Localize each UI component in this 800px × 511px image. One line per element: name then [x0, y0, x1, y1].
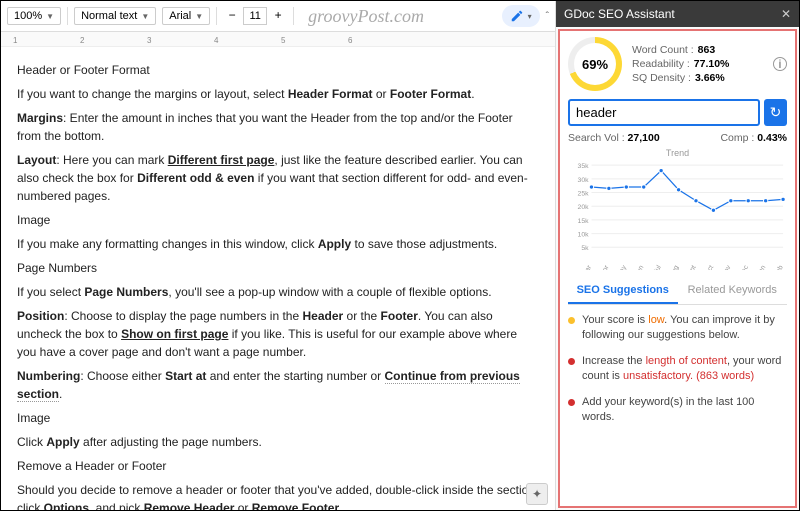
watermark-text: groovyPost.com: [308, 6, 424, 27]
svg-text:5k: 5k: [581, 245, 589, 252]
svg-text:Apr: Apr: [599, 264, 611, 270]
chart-title: Trend: [568, 148, 787, 158]
zoom-select[interactable]: 100%▼: [7, 7, 61, 25]
trend-chart: 5k 10k 15k 20k 25k 30k 35k Mar Apr May Jun Jul Aug Se…: [568, 160, 787, 270]
pencil-icon: [510, 9, 524, 23]
svg-text:Jan: Jan: [756, 264, 768, 270]
info-icon[interactable]: i: [773, 57, 787, 71]
svg-text:Nov: Nov: [720, 264, 732, 270]
tab-seo-suggestions[interactable]: SEO Suggestions: [568, 278, 678, 304]
seo-sidebar: GDoc SEO Assistant ✕ 69% Word Count :863…: [555, 1, 799, 510]
fontsize-input[interactable]: 11: [243, 7, 267, 25]
svg-text:35k: 35k: [578, 163, 590, 170]
collapse-toolbar[interactable]: ˆ: [546, 11, 549, 22]
close-icon[interactable]: ✕: [781, 7, 791, 21]
fontsize-decrease[interactable]: −: [223, 7, 241, 25]
svg-text:Feb: Feb: [773, 264, 785, 270]
heading: Header or Footer Format: [17, 61, 539, 79]
svg-text:May: May: [616, 264, 629, 270]
svg-text:15k: 15k: [578, 218, 590, 225]
style-select[interactable]: Normal text▼: [74, 7, 156, 25]
svg-text:Dec: Dec: [738, 264, 750, 270]
explore-button[interactable]: ✦: [526, 483, 548, 505]
svg-text:Sept: Sept: [685, 264, 698, 270]
editing-mode-button[interactable]: ▾: [502, 5, 540, 27]
tab-related-keywords[interactable]: Related Keywords: [678, 278, 788, 304]
toolbar: 100%▼ Normal text▼ Arial▼ − 11 + groovyP…: [1, 1, 555, 32]
svg-text:Mar: Mar: [581, 264, 593, 270]
svg-text:Jun: Jun: [634, 264, 646, 270]
fontsize-increase[interactable]: +: [269, 7, 287, 25]
score-ring: 69%: [568, 37, 622, 91]
svg-text:Jul: Jul: [652, 264, 663, 270]
svg-text:25k: 25k: [578, 190, 590, 197]
svg-text:30k: 30k: [578, 177, 590, 184]
font-select[interactable]: Arial▼: [162, 7, 210, 25]
svg-text:10k: 10k: [578, 232, 590, 239]
suggestions-list: Your score is low. You can improve it by…: [568, 313, 787, 425]
sidebar-title: GDoc SEO Assistant: [564, 7, 675, 21]
svg-text:20k: 20k: [578, 204, 590, 211]
ruler[interactable]: 123456: [1, 32, 555, 47]
svg-text:Oct: Oct: [704, 264, 715, 270]
document-body[interactable]: Header or Footer Format If you want to c…: [1, 47, 555, 510]
svg-text:Aug: Aug: [668, 264, 680, 270]
refresh-button[interactable]: ↻: [764, 99, 787, 126]
stats: Word Count :863 Readability :77.10% SQ D…: [632, 42, 729, 86]
keyword-input[interactable]: [568, 99, 760, 126]
